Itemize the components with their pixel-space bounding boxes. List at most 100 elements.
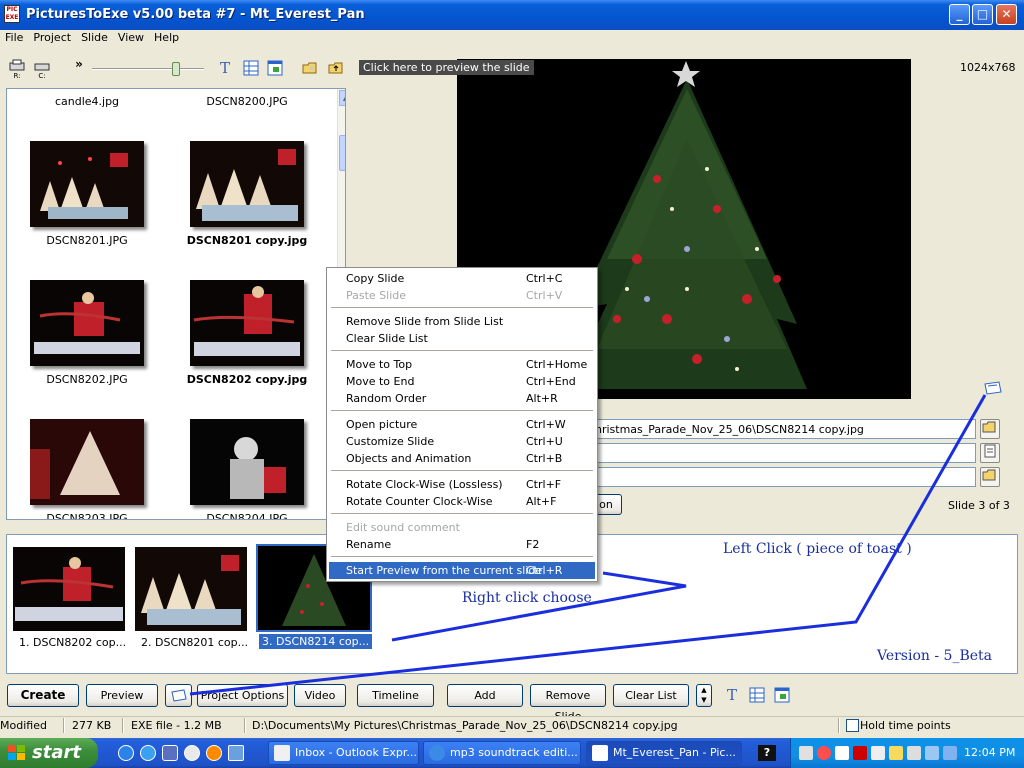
- app-window: PIC EXE PicturesToExe v5.00 beta #7 - Mt…: [0, 0, 1024, 768]
- context-menu-item[interactable]: Copy Slide Ctrl+C: [329, 270, 595, 287]
- maximize-button[interactable]: □: [972, 4, 993, 25]
- taskbar-item-mp3[interactable]: mp3 soundtrack editi...: [423, 741, 581, 765]
- thumbnail-item[interactable]: DSCN8204.JPG: [177, 419, 317, 520]
- scrollbar-thumb[interactable]: [339, 135, 345, 171]
- thumbnail-item[interactable]: DSCN8202 copy.jpg: [177, 280, 317, 386]
- menu-file[interactable]: File: [0, 31, 28, 45]
- slide-thumbnail[interactable]: [13, 547, 125, 631]
- scroll-up-icon[interactable]: ▲: [339, 90, 345, 106]
- folder-open-icon[interactable]: [301, 59, 319, 77]
- context-menu-item[interactable]: Rename F2: [329, 536, 595, 553]
- thumbnail-item[interactable]: DSCN8202.JPG: [17, 280, 157, 386]
- title-bar[interactable]: PIC EXE PicturesToExe v5.00 beta #7 - Mt…: [0, 0, 1024, 30]
- zoom-slider[interactable]: [92, 62, 204, 76]
- context-menu-item[interactable]: Objects and Animation Ctrl+B: [329, 450, 595, 467]
- toast-icon[interactable]: [983, 381, 1003, 395]
- context-menu[interactable]: Copy Slide Ctrl+C Paste Slide Ctrl+V Remove …: [326, 267, 598, 582]
- firefox-icon[interactable]: [206, 745, 222, 761]
- minimize-button[interactable]: _: [949, 4, 970, 25]
- tray-app-icon[interactable]: [799, 746, 813, 760]
- context-menu-item[interactable]: Open picture Ctrl+W: [329, 416, 595, 433]
- clear-list-button[interactable]: Clear List: [613, 684, 689, 707]
- taskbar-item-picturestoexe[interactable]: Mt_Everest_Pan - Pic...: [586, 741, 742, 765]
- context-menu-item[interactable]: Clear Slide List: [329, 330, 595, 347]
- window-icon[interactable]: [266, 59, 284, 77]
- thumbnail-item[interactable]: candle4.jpg: [17, 95, 157, 108]
- context-menu-item[interactable]: Rotate Clock-Wise (Lossless) Ctrl+F: [329, 476, 595, 493]
- taskbar-item-outlook[interactable]: Inbox - Outlook Expr...: [268, 741, 419, 765]
- ie-icon: [429, 745, 445, 761]
- thumbnail-caption: DSCN8201.JPG: [46, 234, 128, 247]
- context-menu-item[interactable]: Remove Slide from Slide List: [329, 313, 595, 330]
- tray-device-icon[interactable]: [907, 746, 921, 760]
- desktop-icon[interactable]: [228, 745, 244, 761]
- create-button[interactable]: Create: [7, 684, 79, 707]
- preview-hint[interactable]: Click here to preview the slide: [359, 60, 534, 75]
- tray-network-icon[interactable]: [889, 746, 903, 760]
- tray-speaker-icon[interactable]: [871, 746, 885, 760]
- context-menu-item[interactable]: Start Preview from the current slide Ctrl…: [329, 562, 595, 579]
- thumbnail-item[interactable]: DSCN8201 copy.jpg: [177, 141, 317, 247]
- text-icon[interactable]: T: [723, 686, 741, 704]
- preview-button[interactable]: Preview: [86, 684, 158, 707]
- expand-icon[interactable]: »: [70, 55, 88, 73]
- menu-item-shortcut: F2: [526, 538, 540, 551]
- tray-icon[interactable]: [943, 746, 957, 760]
- ie-icon[interactable]: [118, 745, 134, 761]
- context-menu-item[interactable]: Rotate Counter Clock-Wise Alt+F: [329, 493, 595, 510]
- menu-project[interactable]: Project: [28, 31, 76, 45]
- zoom-slider-thumb[interactable]: [172, 62, 180, 76]
- menu-item-label: Edit sound comment: [346, 521, 460, 534]
- annotation-left-click: Left Click ( piece of toast ): [723, 541, 912, 557]
- thumbnail-item[interactable]: DSCN8200.JPG: [177, 95, 317, 108]
- tray-monitor-icon[interactable]: [925, 746, 939, 760]
- browser-icon[interactable]: [140, 745, 156, 761]
- sound-field[interactable]: [590, 443, 976, 463]
- picture-path-field[interactable]: hristmas_Parade_Nov_25_06\DSCN8214 copy.…: [590, 419, 976, 439]
- menu-view[interactable]: View: [113, 31, 149, 45]
- close-button[interactable]: ✕: [996, 4, 1017, 25]
- menu-slide[interactable]: Slide: [76, 31, 113, 45]
- menu-bar: File Project Slide View Help: [0, 30, 1024, 50]
- start-label: start: [32, 742, 81, 763]
- grid-icon[interactable]: [242, 59, 260, 77]
- context-menu-item[interactable]: Customize Slide Ctrl+U: [329, 433, 595, 450]
- slide-label: 2. DSCN8201 cop...: [141, 636, 249, 649]
- context-menu-item[interactable]: Move to Top Ctrl+Home: [329, 356, 595, 373]
- toast-button[interactable]: [165, 684, 192, 707]
- context-menu-item[interactable]: Random Order Alt+R: [329, 390, 595, 407]
- thumbnail-item[interactable]: DSCN8201.JPG: [17, 141, 157, 247]
- timeline-button[interactable]: Timeline: [357, 684, 434, 707]
- hold-time-checkbox[interactable]: [846, 719, 859, 732]
- folder-open-icon[interactable]: [980, 419, 1000, 439]
- slide-thumbnail[interactable]: [135, 547, 247, 631]
- remove-slide-button[interactable]: Remove Slide: [530, 684, 606, 723]
- menu-help[interactable]: Help: [149, 31, 184, 45]
- quicklaunch-icon[interactable]: [184, 745, 200, 761]
- add-button[interactable]: Add: [447, 684, 523, 707]
- context-menu-item[interactable]: Move to End Ctrl+End: [329, 373, 595, 390]
- menu-item-label: Move to End: [346, 375, 415, 388]
- project-options-button[interactable]: Project Options: [197, 684, 288, 707]
- tray-m-icon[interactable]: [853, 746, 867, 760]
- video-button[interactable]: Video: [294, 684, 346, 707]
- document-icon[interactable]: [980, 443, 1000, 463]
- text-icon[interactable]: T: [216, 59, 234, 77]
- thumbnail-item[interactable]: DSCN8203.JPG: [17, 419, 157, 519]
- thumbnail-browser[interactable]: candle4.jpg DSCN8200.JPG DSCN8201.JPG DS…: [6, 88, 346, 520]
- status-exe-size: EXE file - 1.2 MB: [131, 719, 222, 732]
- extra-field[interactable]: [590, 467, 976, 487]
- updown-spinner[interactable]: ▲ ▼: [696, 684, 712, 707]
- folder-up-icon[interactable]: [327, 59, 345, 77]
- tray-play-icon[interactable]: [835, 746, 849, 760]
- menu-item-label: Paste Slide: [346, 289, 407, 302]
- start-button[interactable]: start: [0, 738, 98, 768]
- grid-icon[interactable]: [748, 686, 766, 704]
- thumbnail-caption: DSCN8204.JPG: [206, 512, 288, 520]
- window-icon[interactable]: [773, 686, 791, 704]
- menu-separator: [331, 513, 593, 515]
- tray-alert-icon[interactable]: [817, 746, 831, 760]
- folder-open-icon[interactable]: [980, 467, 1000, 487]
- media-icon[interactable]: [162, 745, 178, 761]
- help-icon[interactable]: ?: [758, 745, 776, 761]
